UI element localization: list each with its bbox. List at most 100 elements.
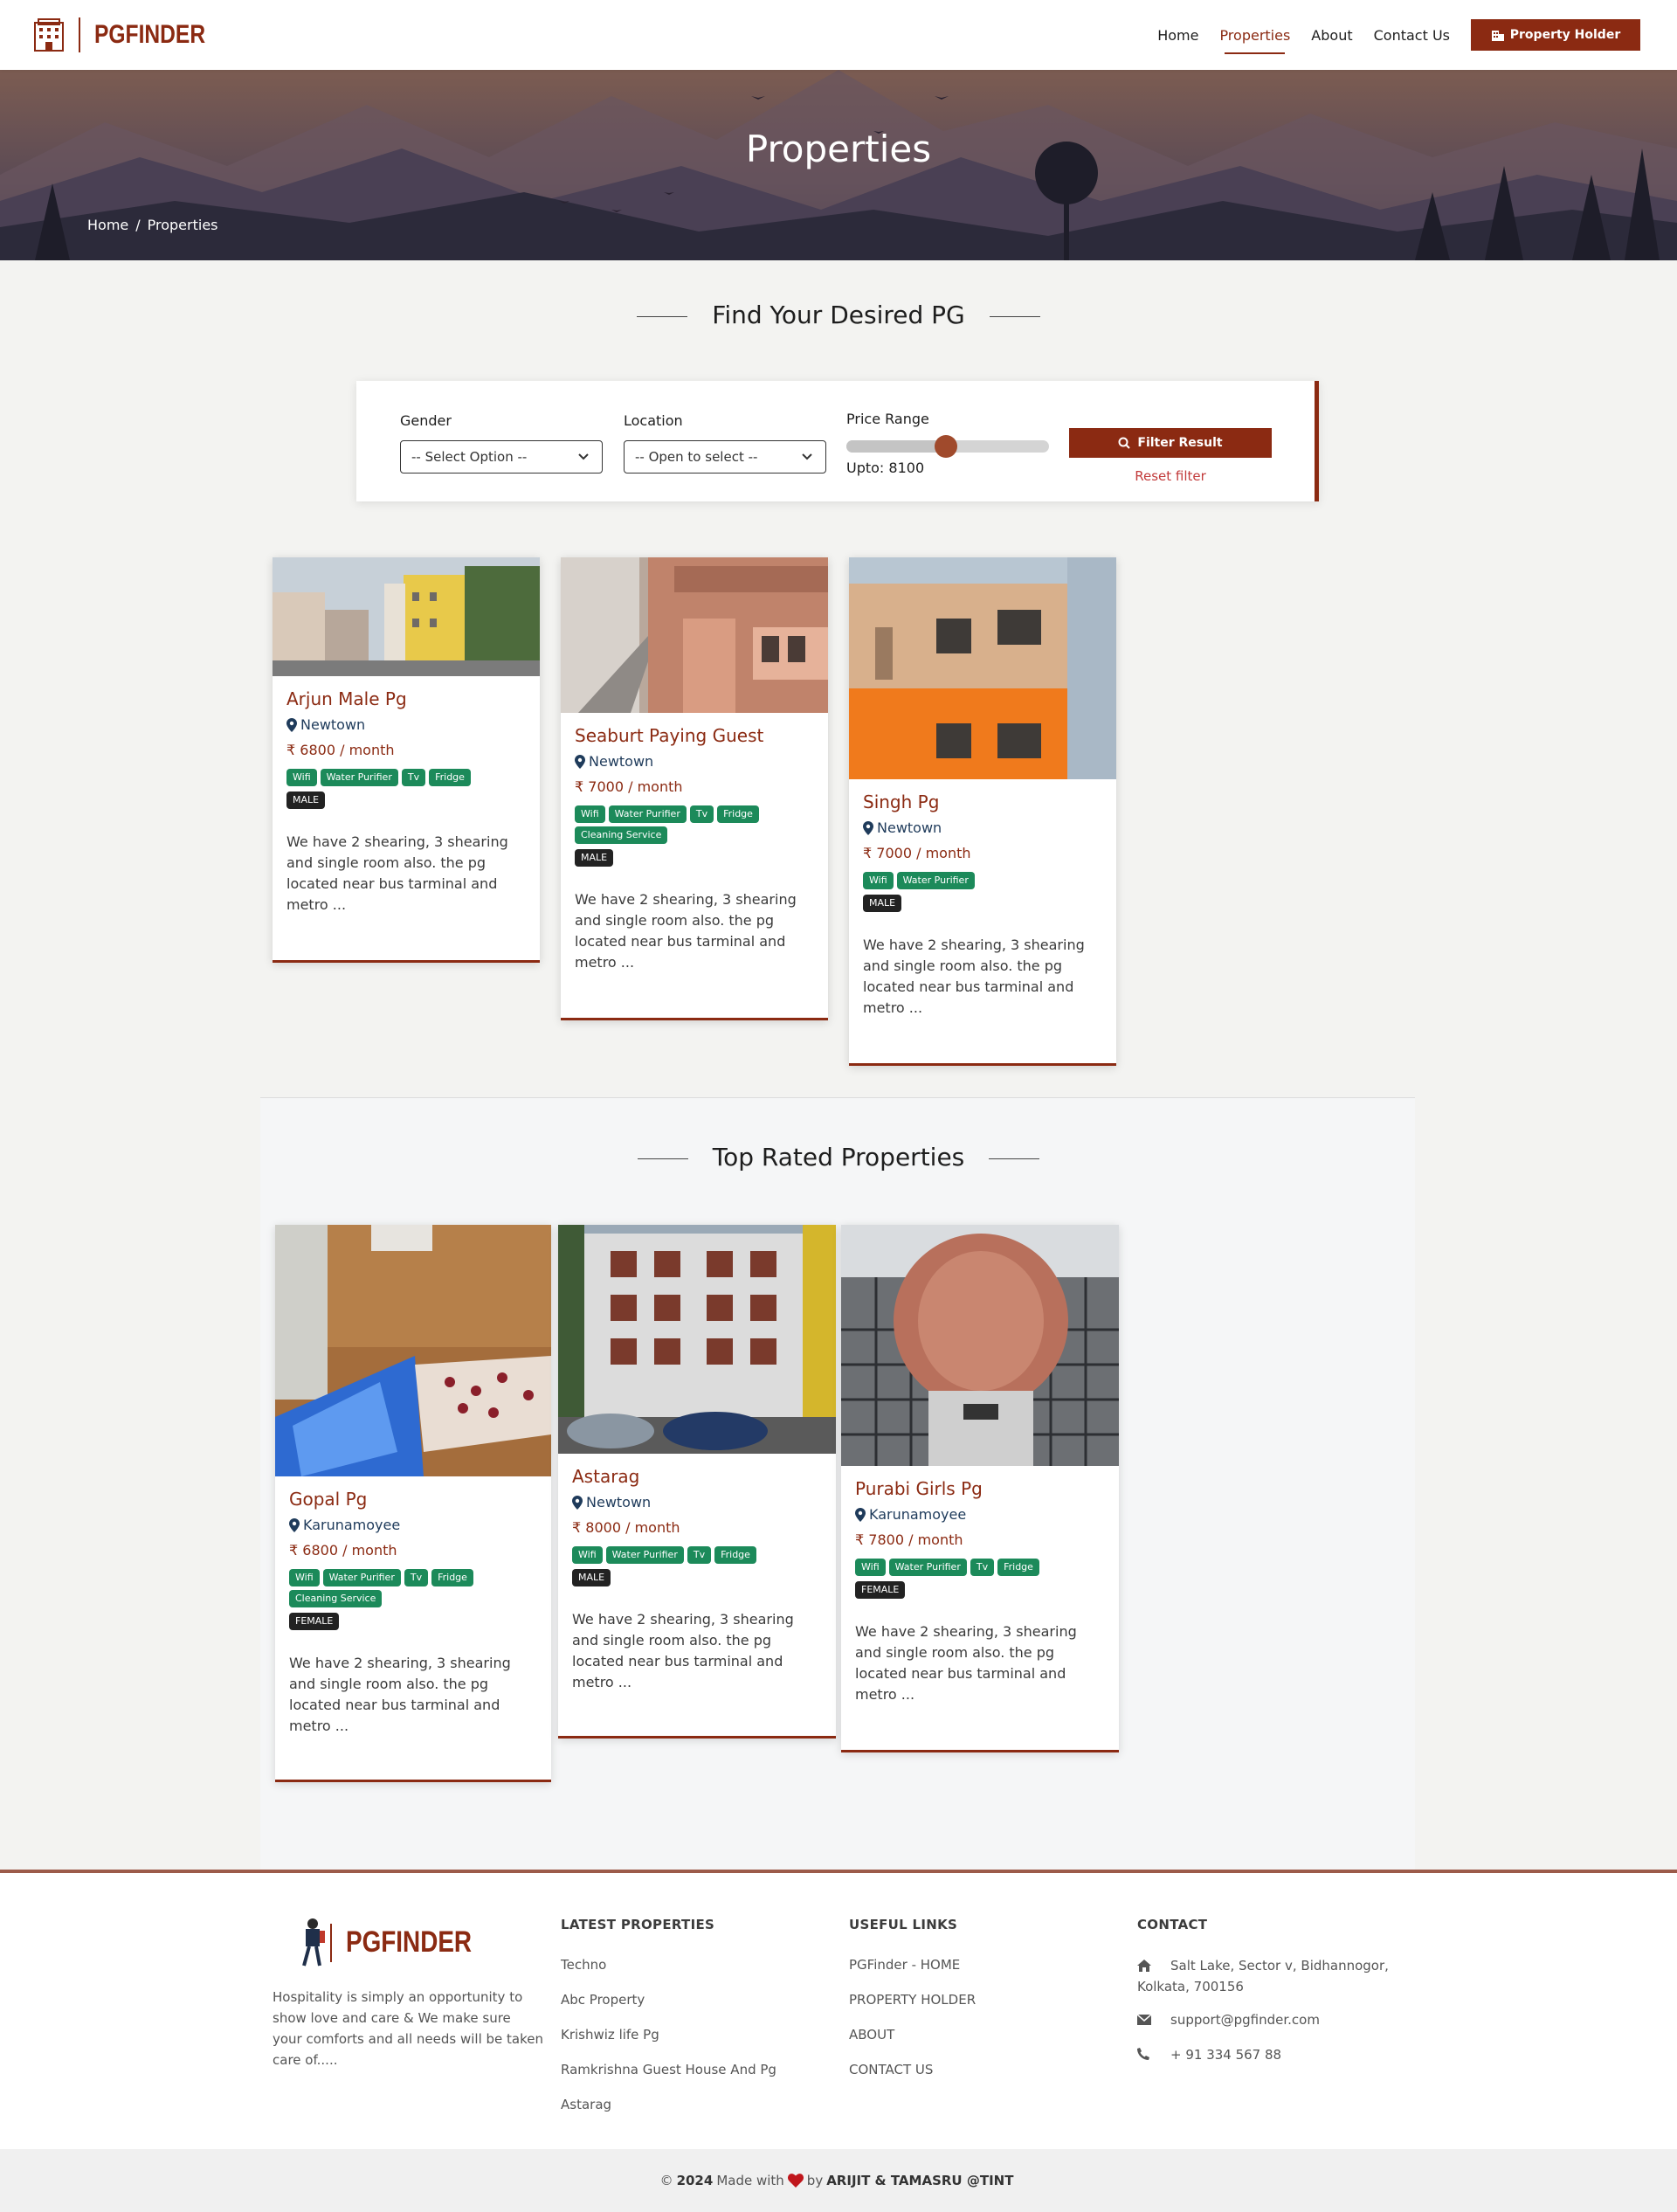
breadcrumb-home[interactable]: Home [87,217,128,233]
footer-useful-link[interactable]: PROPERTY HOLDER [849,1992,976,2008]
amenity-tag: Wifi [289,1569,320,1586]
amenity-tag: Fridge [717,805,759,823]
latest-properties-title: LATEST PROPERTIES [561,1917,715,1932]
made-with-text: Made with [716,2173,784,2188]
property-price-text: 7000 / month [876,845,971,861]
nav-about[interactable]: About [1311,20,1352,51]
breadcrumb: Home / Properties [87,217,225,233]
property-price-text: 8000 / month [585,1519,680,1536]
property-description: We have 2 shearing, 3 shearing and singl… [863,937,1085,1016]
rupee-icon: ₹ [863,845,873,861]
top-rated-heading-text: Top Rated Properties [712,1143,965,1172]
reset-filter-link[interactable]: Reset filter [1069,468,1272,484]
rupee-icon: ₹ [572,1519,582,1536]
logo-divider [79,17,80,52]
footer-useful-link[interactable]: PGFinder - HOME [849,1957,960,1973]
property-price: ₹ 6800 / month [289,1542,537,1559]
property-description: We have 2 shearing, 3 shearing and singl… [289,1655,511,1734]
contact-title: CONTACT [1137,1917,1208,1932]
chevron-down-icon [578,453,589,460]
footer-logo-divider [330,1924,332,1962]
contact-phone[interactable]: + 91 334 567 88 [1170,2044,1281,2065]
footer-about-text: Hospitality is simply an opportunity to … [273,1989,543,2068]
property-location: Newtown [286,716,526,733]
property-location-text: Newtown [586,1494,652,1510]
footer-latest-link[interactable]: Abc Property [561,1992,645,2008]
property-title[interactable]: Purabi Girls Pg [855,1478,1105,1499]
amenity-tags: Wifi Water Purifier [863,872,1090,889]
footer-latest-link[interactable]: Ramkrishna Guest House And Pg [561,2062,776,2077]
property-description: We have 2 shearing, 3 shearing and singl… [575,891,797,971]
property-title[interactable]: Gopal Pg [289,1489,537,1510]
top-rated-card[interactable]: Gopal Pg Karunamoyee ₹ 6800 / month Wifi… [275,1225,551,1782]
nav-properties[interactable]: Properties [1219,20,1290,54]
property-title[interactable]: Arjun Male Pg [286,688,526,709]
copyright-year: 2024 [676,2173,714,2188]
location-select[interactable]: -- Open to select -- [624,440,826,474]
map-pin-icon [575,754,585,769]
map-pin-icon [863,820,873,835]
property-photo [275,1225,551,1476]
rupee-icon: ₹ [289,1542,299,1559]
property-card[interactable]: Seaburt Paying Guest Newtown ₹ 7000 / mo… [561,557,828,1020]
amenity-tag: Water Purifier [888,1559,967,1576]
property-holder-button[interactable]: Property Holder [1471,19,1640,51]
top-rated-card[interactable]: Astarag Newtown ₹ 8000 / month Wifi Wate… [558,1225,836,1738]
heading-line-left [637,1158,688,1159]
amenity-tag: Wifi [572,1546,603,1564]
nav-home[interactable]: Home [1157,20,1198,51]
property-location: Karunamoyee [855,1506,1105,1523]
gender-select[interactable]: -- Select Option -- [400,440,603,474]
amenity-tag: Wifi [575,805,605,823]
amenity-tags: Wifi Water Purifier Tv Fridge [855,1559,1082,1576]
navbar: PGFINDER Home Properties About Contact U… [0,0,1677,70]
footer-useful-link[interactable]: ABOUT [849,2027,894,2043]
property-card[interactable]: Arjun Male Pg Newtown ₹ 6800 / month Wif… [273,557,540,963]
property-card[interactable]: Singh Pg Newtown ₹ 7000 / month Wifi Wat… [849,557,1116,1066]
search-heading: Find Your Desired PG [0,301,1677,329]
page-title: Properties [745,128,932,170]
gender-select-value: -- Select Option -- [411,449,528,465]
map-pin-icon [855,1507,866,1522]
property-photo [841,1225,1119,1466]
property-holder-label: Property Holder [1509,28,1621,42]
rupee-icon: ₹ [855,1531,865,1548]
amenity-tag: Wifi [863,872,894,889]
contact-email[interactable]: support@pgfinder.com [1170,2009,1320,2030]
price-range-thumb[interactable] [935,435,957,458]
building-icon [1491,31,1504,41]
heart-icon [787,2174,804,2188]
property-location: Newtown [863,819,1102,836]
footer: PGFINDER Hospitality is simply an opport… [0,1870,1677,2149]
by-text: by [806,2173,824,2188]
heading-line-right [989,315,1040,317]
amenity-tag: Water Purifier [896,872,975,889]
footer-useful-link[interactable]: CONTACT US [849,2062,933,2077]
property-title[interactable]: Seaburt Paying Guest [575,725,814,746]
filter-result-button[interactable]: Filter Result [1069,428,1272,458]
gender-badge: MALE [286,791,326,809]
property-location: Newtown [575,753,814,770]
property-location: Karunamoyee [289,1517,537,1533]
map-pin-icon [286,717,297,732]
amenity-tag: Tv [687,1546,712,1564]
property-location-text: Karunamoyee [303,1517,401,1533]
map-pin-icon [572,1495,583,1510]
amenity-tag: Tv [970,1559,995,1576]
top-rated-card[interactable]: Purabi Girls Pg Karunamoyee ₹ 7800 / mon… [841,1225,1119,1752]
nav-contact[interactable]: Contact Us [1374,20,1450,51]
property-title[interactable]: Astarag [572,1466,822,1487]
brand-logo[interactable]: PGFINDER [31,16,230,54]
location-select-value: -- Open to select -- [635,449,758,465]
property-title[interactable]: Singh Pg [863,791,1102,812]
amenity-tag: Tv [401,769,426,786]
footer-latest-link[interactable]: Krishwiz life Pg [561,2027,659,2043]
footer-latest-link[interactable]: Astarag [561,2097,611,2112]
property-price: ₹ 7000 / month [863,845,1102,861]
property-price: ₹ 7000 / month [575,778,814,795]
gender-badge: MALE [572,1569,611,1586]
property-photo [558,1225,836,1454]
footer-latest-link[interactable]: Techno [561,1957,606,1973]
property-price-text: 7800 / month [868,1531,963,1548]
price-range-label: Price Range [846,411,929,427]
